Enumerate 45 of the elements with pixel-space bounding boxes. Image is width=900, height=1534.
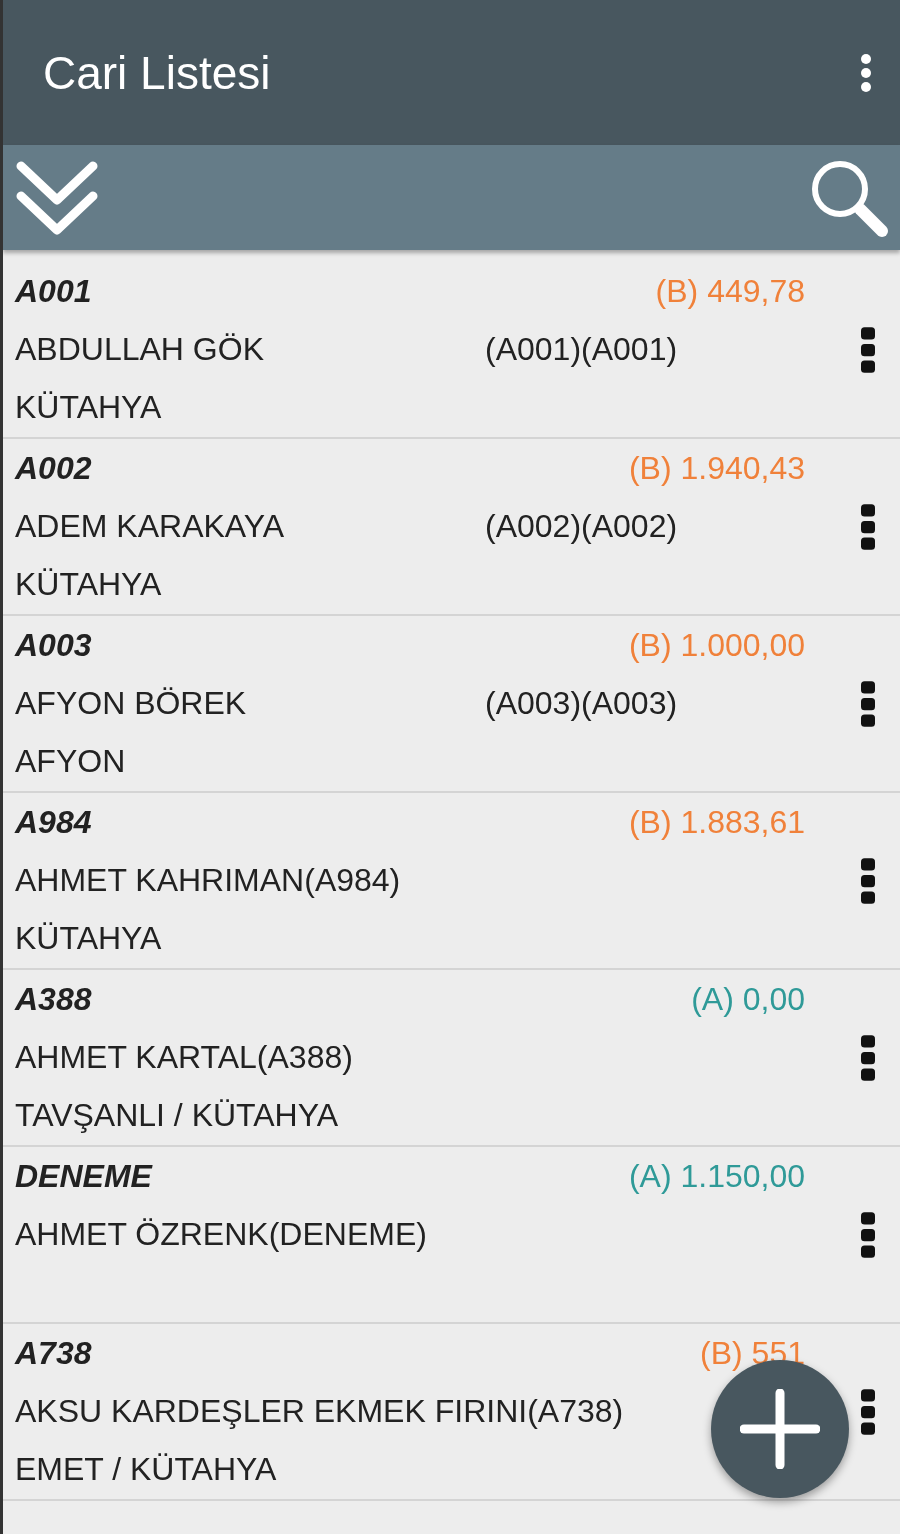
account-name: ABDULLAH GÖK xyxy=(15,331,264,367)
balance-amount: (B) 1.940,43 xyxy=(628,450,805,487)
account-name-suffix: (A002)(A002) xyxy=(485,508,678,545)
account-name: AKSU KARDEŞLER EKMEK FIRINI(A738) xyxy=(15,1393,624,1429)
account-row[interactable]: DENEME (A) 1.150,00 AHMET ÖZRENK(DENEME) xyxy=(3,1147,900,1324)
account-row[interactable]: A002 (B) 1.940,43 ADEM KARAKAYA (A002)(A002) KÜTAHYA xyxy=(3,439,900,616)
row-menu-button[interactable] xyxy=(861,503,875,550)
balance-amount: (B) 1.000,00 xyxy=(628,627,805,664)
balance-amount: (A) 0,00 xyxy=(691,981,805,1018)
overflow-menu-button[interactable] xyxy=(860,52,872,93)
balance-amount: (B) 449,78 xyxy=(655,273,805,310)
screen-title: Cari Listesi xyxy=(43,45,271,100)
account-row[interactable]: A003 (B) 1.000,00 AFYON BÖREK (A003)(A003) AFYON xyxy=(3,616,900,793)
account-city: AFYON xyxy=(15,743,126,780)
account-row[interactable]: A984 (B) 1.883,61 AHMET KAHRIMAN(A984) KÜTAHYA xyxy=(3,793,900,970)
plus-icon xyxy=(740,1389,820,1469)
account-code: A003 xyxy=(15,627,92,664)
account-city: KÜTAHYA xyxy=(15,920,162,957)
account-name-suffix: (A003)(A003) xyxy=(485,685,678,722)
account-row[interactable]: A388 (A) 0,00 AHMET KARTAL(A388) TAVŞANLI / KÜTAHYA xyxy=(3,970,900,1147)
account-name: AHMET ÖZRENK(DENEME) xyxy=(15,1216,427,1252)
account-name-suffix: (A001)(A001) xyxy=(485,331,678,368)
row-menu-button[interactable] xyxy=(861,1211,875,1258)
account-code: A002 xyxy=(15,450,92,487)
account-city: KÜTAHYA xyxy=(15,389,162,426)
row-menu-button[interactable] xyxy=(861,857,875,904)
account-name: AFYON BÖREK xyxy=(15,685,247,721)
account-code: A388 xyxy=(15,981,92,1018)
account-city: EMET / KÜTAHYA xyxy=(15,1451,277,1488)
row-menu-button[interactable] xyxy=(861,326,875,373)
account-city: TAVŞANLI / KÜTAHYA xyxy=(15,1097,339,1134)
account-name: AHMET KAHRIMAN(A984) xyxy=(15,862,401,898)
row-menu-button[interactable] xyxy=(861,1034,875,1081)
account-city: KÜTAHYA xyxy=(15,566,162,603)
account-code: DENEME xyxy=(15,1158,152,1195)
row-menu-button[interactable] xyxy=(861,1388,875,1435)
account-code: A984 xyxy=(15,804,92,841)
account-name: AHMET KARTAL(A388) xyxy=(15,1039,353,1075)
account-row[interactable]: A001 (B) 449,78 ABDULLAH GÖK (A001)(A001) KÜTAHYA xyxy=(3,262,900,439)
account-name: ADEM KARAKAYA xyxy=(15,508,285,544)
row-menu-button[interactable] xyxy=(861,680,875,727)
account-code: A001 xyxy=(15,273,92,310)
balance-amount: (B) 1.883,61 xyxy=(628,804,805,841)
balance-amount: (A) 1.150,00 xyxy=(628,1158,805,1195)
account-code: A738 xyxy=(15,1335,92,1372)
